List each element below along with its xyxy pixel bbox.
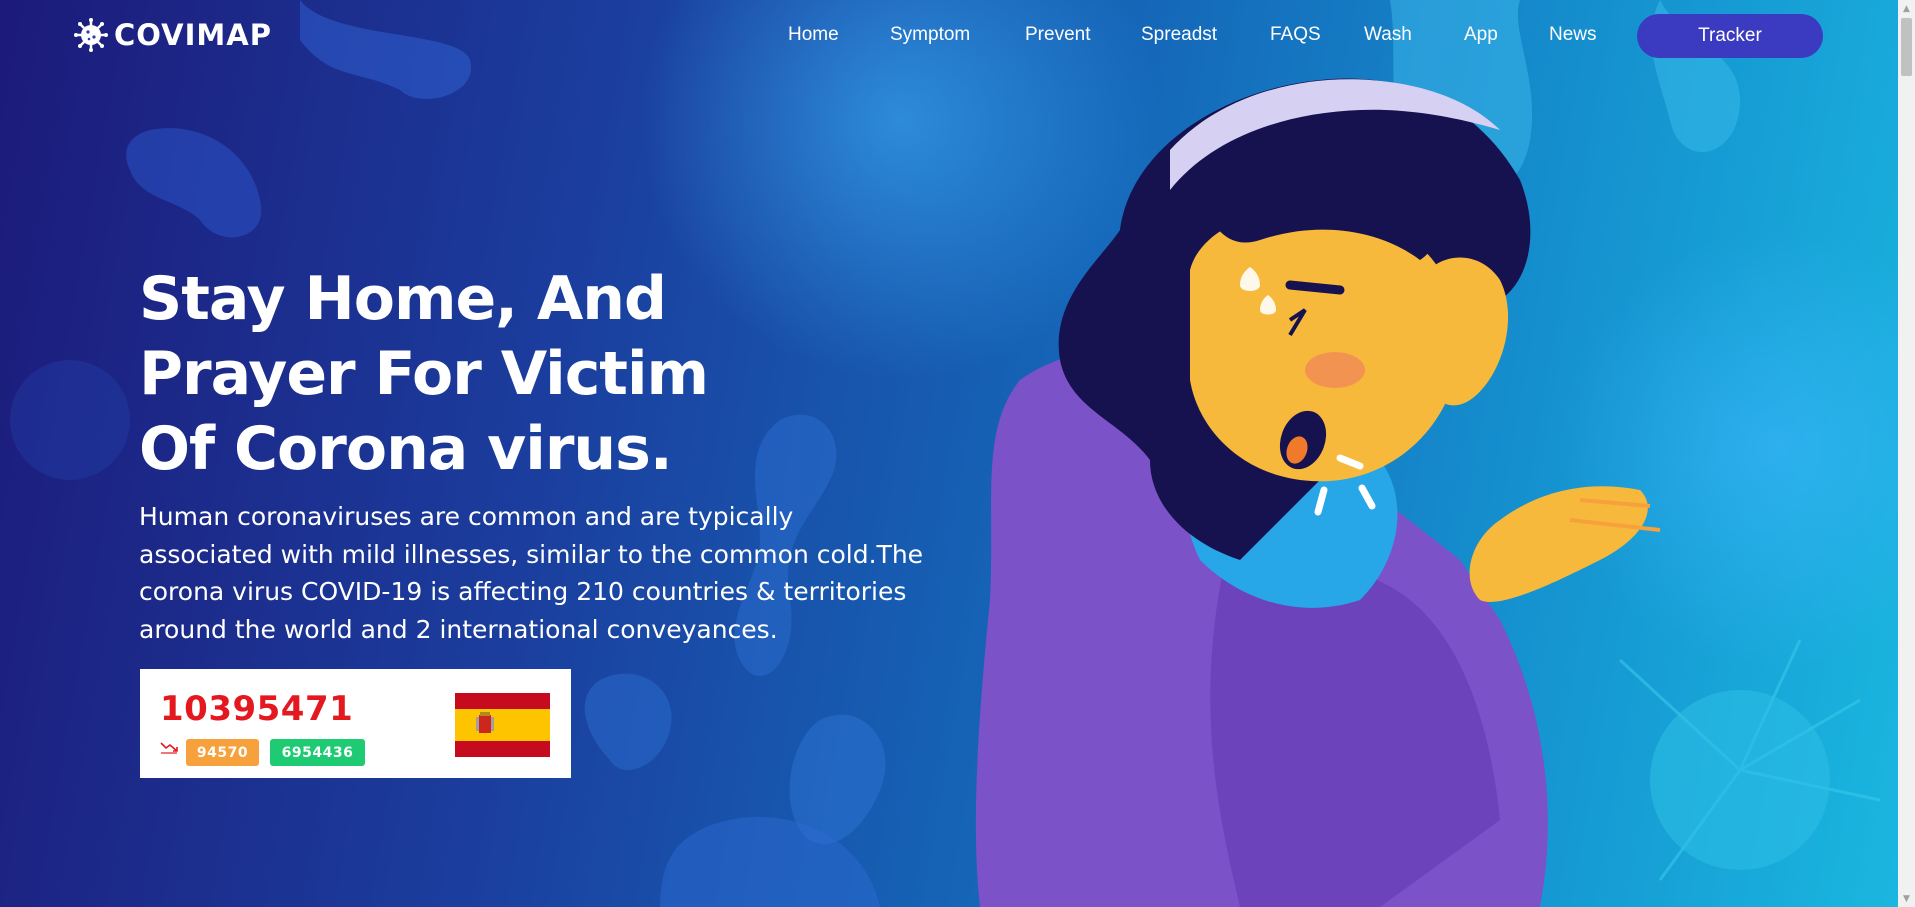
nav-spreadst[interactable]: Spreadst (1141, 24, 1217, 46)
page: COVIMAP Home Symptom Prevent Spreadst FA… (0, 0, 1915, 907)
nav-symptom[interactable]: Symptom (890, 24, 970, 46)
brand-logo[interactable]: COVIMAP (74, 18, 272, 52)
deaths-badge: 94570 (186, 739, 259, 766)
scroll-up-arrow-icon[interactable]: ▲ (1898, 0, 1915, 17)
description-line: corona virus COVID-19 is affecting 210 c… (139, 577, 907, 606)
stats-card[interactable]: 10395471 94570 6954436 (140, 669, 571, 778)
headline-line: Of Corona virus. (139, 414, 673, 484)
description-line: around the world and 2 international con… (139, 614, 778, 644)
nav-news[interactable]: News (1549, 24, 1597, 46)
page-scrollbar[interactable]: ▲ ▼ (1898, 0, 1915, 907)
tracker-button[interactable]: Tracker (1637, 14, 1823, 58)
brand-name: COVIMAP (114, 18, 272, 52)
coughing-woman-illustration (975, 78, 1661, 907)
scroll-down-arrow-icon[interactable]: ▼ (1898, 890, 1915, 907)
nav-home[interactable]: Home (788, 24, 839, 46)
scrollbar-thumb[interactable] (1901, 18, 1912, 76)
virus-icon (74, 18, 108, 52)
nav-prevent[interactable]: Prevent (1025, 24, 1090, 46)
description-line: Human coronaviruses are common and are t… (139, 502, 794, 531)
headline-line: Prayer For Victim (139, 339, 709, 409)
hero-description: Human coronaviruses are common and are t… (139, 498, 929, 648)
spain-flag (455, 693, 550, 757)
description-line: associated with mild illnesses, similar … (139, 539, 924, 569)
recovered-badge: 6954436 (270, 739, 365, 766)
nav-app[interactable]: App (1464, 24, 1498, 46)
headline-line: Stay Home, And (139, 264, 667, 334)
total-cases: 10395471 (160, 689, 354, 729)
nav-faqs[interactable]: FAQS (1270, 24, 1321, 46)
nav-wash[interactable]: Wash (1364, 24, 1412, 46)
trend-down-icon (160, 742, 178, 754)
hero-headline: Stay Home, And Prayer For Victim Of Coro… (139, 262, 899, 487)
